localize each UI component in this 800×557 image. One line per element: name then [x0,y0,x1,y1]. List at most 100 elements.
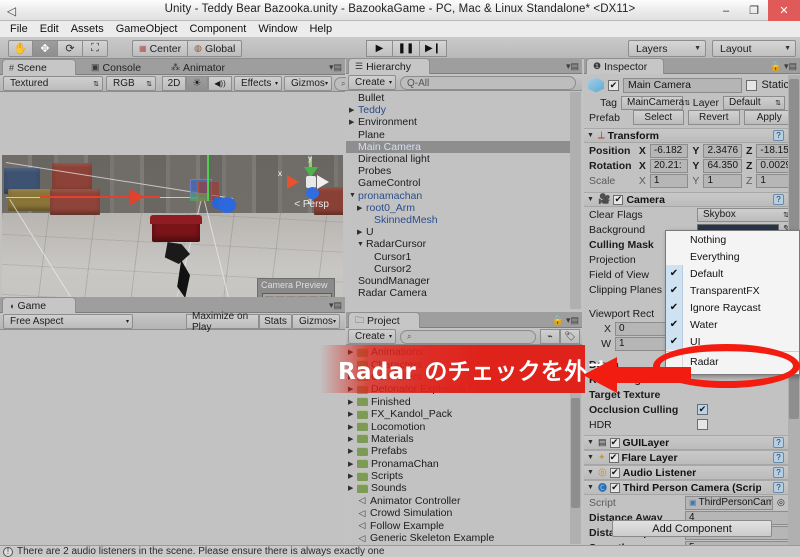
object-picker-icon[interactable]: ◎ [777,497,785,508]
hierarchy-item[interactable]: Cursor2 [346,263,570,275]
hierarchy-item[interactable]: GameControl [346,177,570,189]
camera-enabled-checkbox[interactable] [613,194,624,205]
draw-mode-dropdown[interactable]: Textured ⇅ [3,76,103,91]
menu-gameobject[interactable]: GameObject [110,22,184,36]
layers-dropdown[interactable]: Layers ▼ [628,40,706,57]
expand-arrow-icon[interactable]: ▶ [357,204,366,212]
menu-file[interactable]: File [4,22,34,36]
scale-x-field[interactable]: 1 [649,173,689,188]
culling-mask-option[interactable]: ✔ Water [666,316,799,333]
tab-inspector[interactable]: ❶ Inspector [586,58,664,74]
hierarchy-item[interactable]: Probes [346,165,570,177]
project-item[interactable]: ▶ Scripts [346,470,570,482]
collapse-arrow-icon[interactable]: ▼ [586,439,595,446]
occlusion-culling-checkbox[interactable] [697,404,708,415]
hierarchy-item[interactable]: Cursor1 [346,250,570,263]
project-filter-type-icon[interactable]: ⌁ [540,329,560,344]
checkmark-icon[interactable]: ✔ [666,333,683,350]
hierarchy-item[interactable]: Radar Camera [346,287,570,299]
prefab-revert-button[interactable]: Revert [688,110,740,125]
hierarchy-item[interactable]: SkinnedMesh [346,214,570,226]
flarelayer-component-header[interactable]: ▼ ✦ Flare Layer ? ⚙ [584,450,800,465]
hierarchy-item[interactable]: ▼ RadarCursor [346,238,570,250]
project-item[interactable]: ◁ Follow Example [346,519,570,532]
culling-mask-option[interactable]: ✔ Ignore Raycast [666,299,799,316]
collapse-arrow-icon[interactable]: ▼ [586,132,595,139]
game-panel-menu-icon[interactable]: ▾▤ [329,300,342,311]
hierarchy-list[interactable]: Bullet ▶ Teddy ▶ Environment Plane Main Camera… [346,92,570,310]
menu-window[interactable]: Window [252,22,303,36]
tag-dropdown[interactable]: MainCamera ⇅ [621,95,690,110]
scene-audio-icon[interactable]: ◀)) [208,76,232,91]
hierarchy-item[interactable]: Bullet [346,92,570,104]
script-component-header[interactable]: ▼ 🅒 Third Person Camera (Scrip ? ⚙ [584,480,800,495]
menu-component[interactable]: Component [183,22,252,36]
checkbox-empty[interactable] [666,248,683,265]
project-item[interactable]: ▶ Sounds [346,482,570,494]
transform-component-header[interactable]: ▼ ⟂ Transform ? ⚙ [584,128,800,143]
rotate-tool-icon[interactable]: ⟳ [58,40,83,57]
hierarchy-item[interactable]: ▼ pronamachan [346,190,570,202]
checkbox-empty[interactable] [666,231,683,248]
culling-mask-option[interactable]: Nothing [666,231,799,248]
layer-dropdown[interactable]: Default ⇅ [723,95,785,110]
project-item[interactable]: ▶ Locomotion [346,420,570,433]
hierarchy-item[interactable]: ▶ Environment [346,116,570,128]
project-item[interactable]: ◁ Generic Skeleton Example [346,532,570,544]
project-scrollbar-thumb[interactable] [571,398,580,508]
menu-help[interactable]: Help [303,22,338,36]
tab-animator[interactable]: ⁂ Animator [164,59,242,75]
help-icon[interactable]: ? [773,437,785,448]
expand-arrow-icon[interactable]: ▶ [348,460,357,468]
project-item[interactable]: ◁ Crowd Simulation [346,507,570,519]
toggle-2d-button[interactable]: 2D [162,76,186,91]
close-button[interactable]: ✕ [768,0,800,21]
play-button[interactable]: ▶ [366,40,393,57]
hierarchy-item[interactable]: ▶ root0_Arm [346,202,570,214]
expand-arrow-icon[interactable]: ▶ [348,484,357,492]
move-tool-icon[interactable]: ✥ [33,40,58,57]
hierarchy-create-button[interactable]: Create ▾ [348,75,396,90]
project-create-button[interactable]: Create ▾ [348,329,396,344]
project-search-input[interactable]: ⌕ [400,330,536,344]
tab-console[interactable]: ▣ Console [84,59,158,75]
perspective-label[interactable]: < Persp [294,199,329,210]
project-item[interactable]: ▶ Prefabs [346,445,570,457]
hierarchy-item[interactable]: ▶ Teddy [346,104,570,116]
hierarchy-panel-menu-icon[interactable]: ▾▤ [566,61,579,72]
project-item[interactable]: ◁ Animator Controller [346,495,570,507]
checkmark-icon[interactable]: ✔ [666,316,683,333]
pause-button[interactable]: ❚❚ [393,40,420,57]
hierarchy-item[interactable]: Plane [346,129,570,141]
inspector-panel-menu-icon[interactable]: 🔒 ▾▤ [770,61,797,72]
expand-arrow-icon[interactable]: ▶ [348,447,357,455]
scene-panel-menu-icon[interactable]: ▾▤ [329,62,342,73]
status-bar[interactable]: ! There are 2 audio listeners in the sce… [0,545,800,557]
layout-dropdown[interactable]: Layout ▼ [712,40,796,57]
culling-mask-option[interactable]: ✔ TransparentFX [666,282,799,299]
effects-dropdown[interactable]: Effects ▾ [234,76,282,91]
pivot-rotation-button[interactable]: ◍ Global [188,40,243,57]
menu-edit[interactable]: Edit [34,22,65,36]
scale-y-field[interactable]: 1 [703,173,742,188]
expand-arrow-icon[interactable]: ▶ [348,423,357,431]
maximize-on-play-button[interactable]: Maximize on Play [186,311,259,333]
aspect-ratio-dropdown[interactable]: Free Aspect ▾ [3,314,133,329]
gizmos-dropdown[interactable]: Gizmos ▾ [284,76,332,91]
help-icon[interactable]: ? [773,467,785,478]
minimize-button[interactable]: – [712,0,740,21]
audiolistener-enabled-checkbox[interactable] [609,467,620,478]
project-panel-menu-icon[interactable]: 🔒 ▾▤ [552,315,579,326]
collapse-arrow-icon[interactable]: ▼ [586,454,595,461]
position-x-field[interactable]: -6.182 [649,143,689,158]
expand-arrow-icon[interactable]: ▶ [357,228,366,236]
hierarchy-item[interactable]: SoundManager [346,275,570,287]
menu-assets[interactable]: Assets [65,22,110,36]
checkmark-icon[interactable]: ✔ [666,282,683,299]
expand-arrow-icon[interactable]: ▶ [349,118,358,126]
position-y-field[interactable]: 2.3476 [703,143,742,158]
collapse-arrow-icon[interactable]: ▼ [586,196,595,203]
hierarchy-item[interactable]: Main Camera [346,140,570,153]
script-reference-field[interactable]: ▣ ThirdPersonCam [685,495,773,510]
rotation-x-field[interactable]: 20.21: [649,158,689,173]
